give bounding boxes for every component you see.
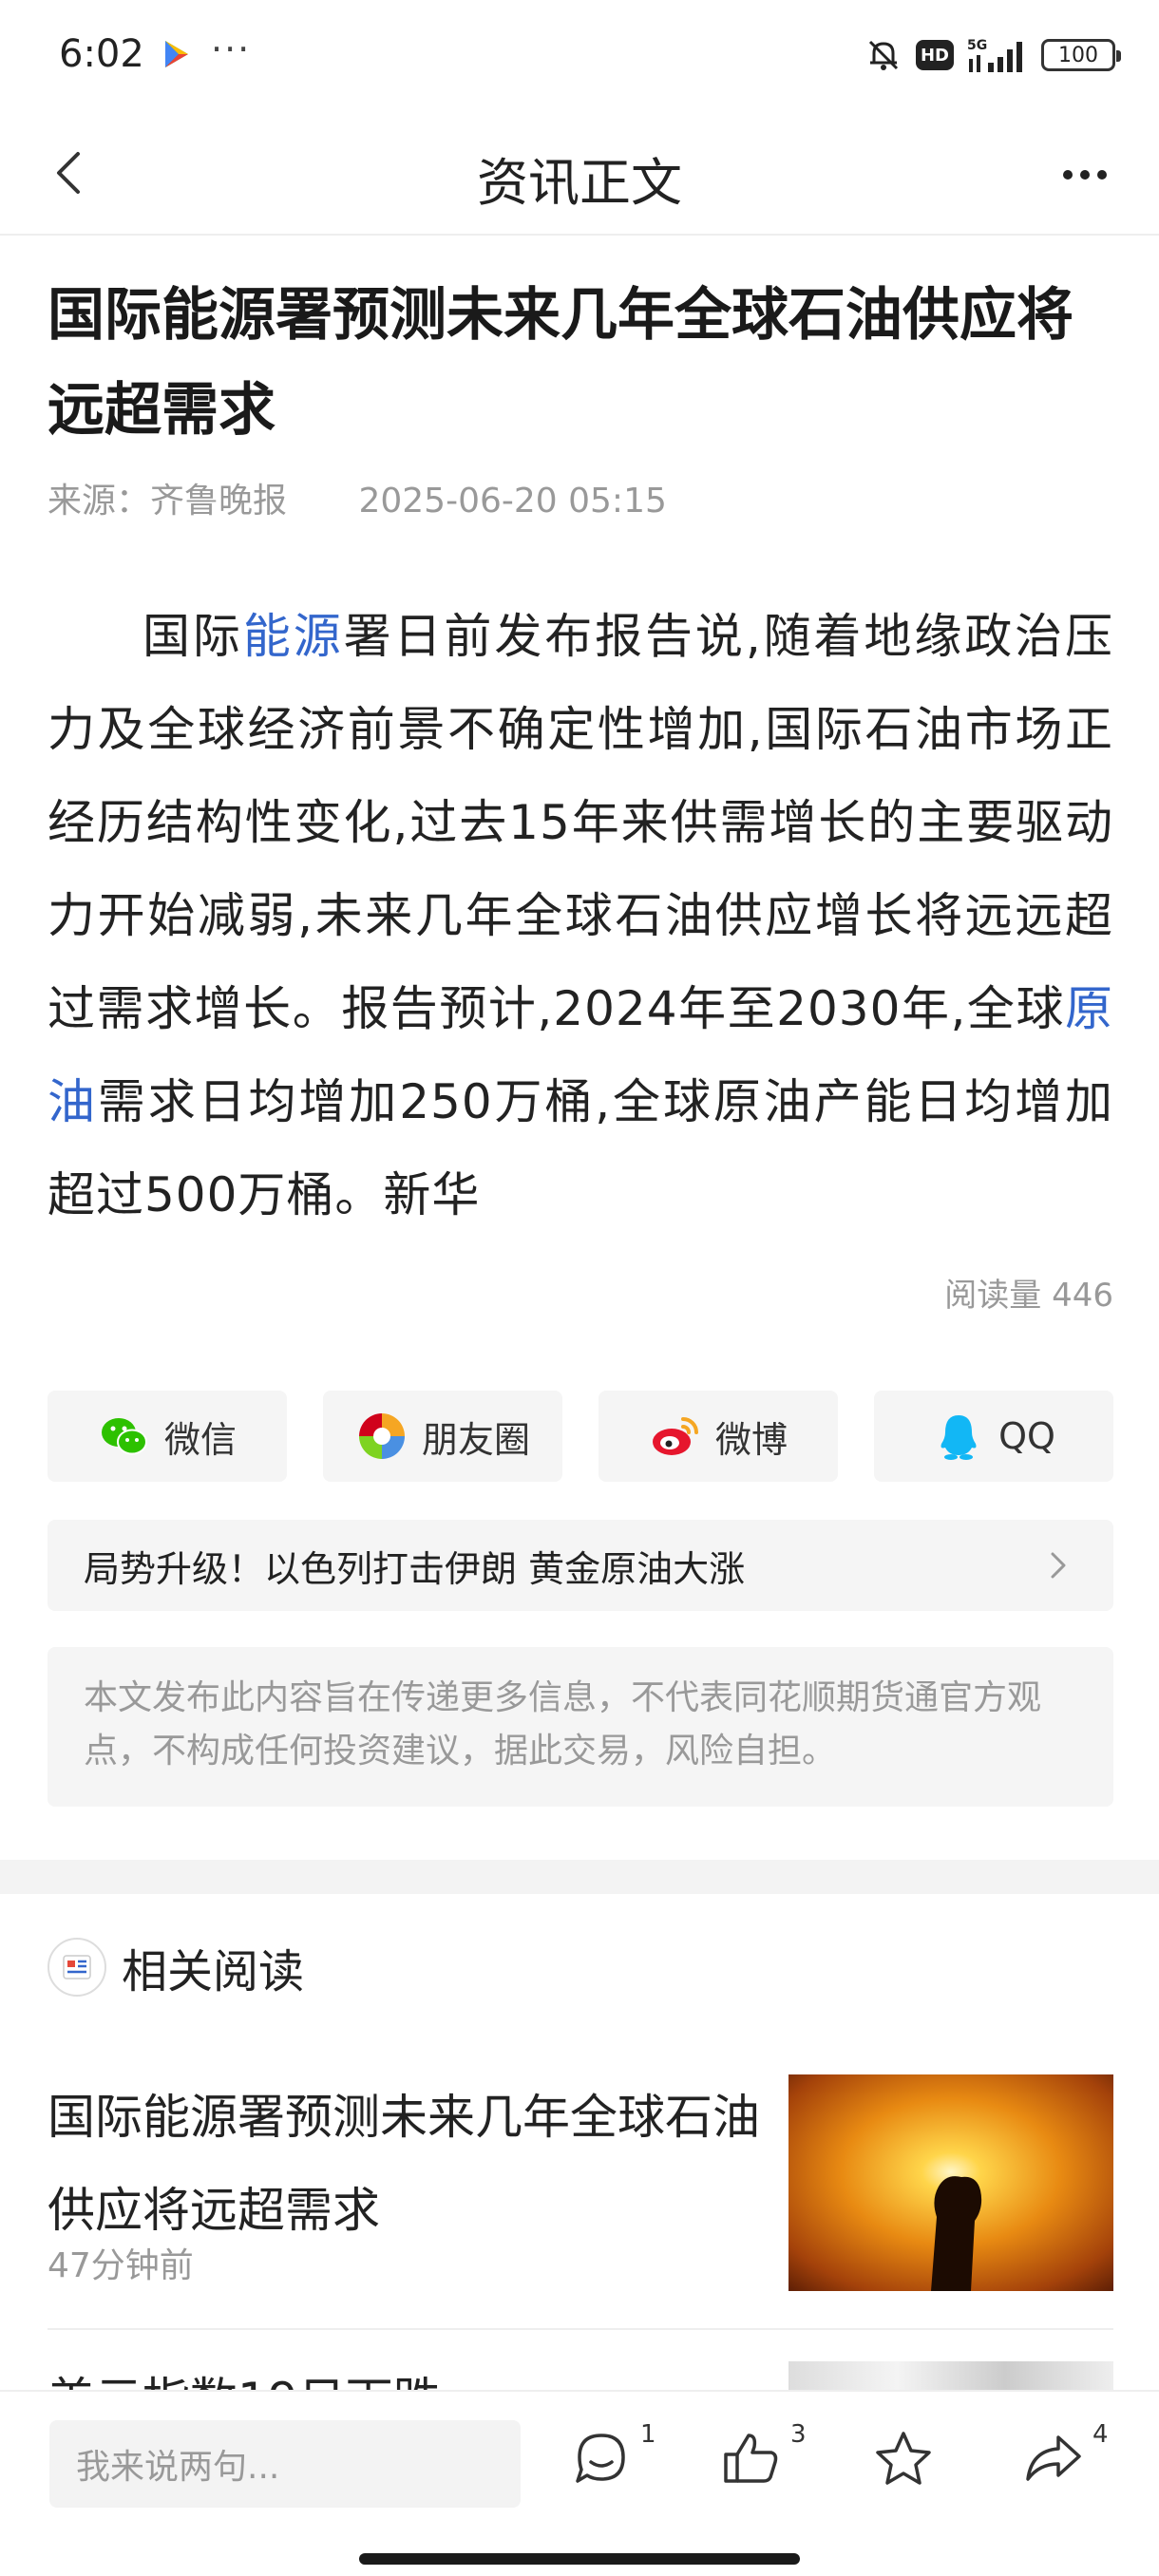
bottom-action-bar: 我来说两句... 1 3 4 [0,2390,1159,2576]
moments-icon [358,1413,405,1459]
top-nav: 资讯正文 [0,112,1159,236]
body-text: 署日前发布报告说,随着地缘政治压力及全球经济前景不确定性增加,国际石油市场正经历… [48,609,1114,1036]
share-wechat-label: 微信 [163,1418,237,1461]
related-item-time: 47分钟前 [48,2246,194,2285]
like-thumbs-up-icon[interactable] [718,2426,785,2492]
promo-banner[interactable]: 局势升级！以色列打击伊朗 黄金原油大涨 [48,1520,1113,1611]
like-count: 3 [790,2420,807,2449]
news-list-icon [48,1938,106,1997]
related-item-thumbnail[interactable] [788,2074,1113,2291]
weibo-icon [652,1417,698,1455]
more-notifications-icon: ··· [211,28,252,70]
comment-input[interactable]: 我来说两句... [49,2420,521,2508]
status-bar: 6:02 ··· HD 5G 100 [0,0,1159,112]
related-reading-header: 相关阅读 [48,1934,304,2000]
mute-bell-icon [868,40,899,70]
share-count: 4 [1092,2420,1109,2449]
home-indicator[interactable] [359,2553,800,2565]
section-divider [0,1860,1159,1894]
related-item-thumbnail[interactable] [788,2361,1113,2390]
qq-penguin-icon [940,1415,977,1460]
battery-indicator: 100 [1041,39,1121,71]
share-moments-label: 朋友圈 [421,1418,530,1461]
body-text: 国际 [142,609,243,664]
article-title: 国际能源署预测未来几年全球石油供应将远超需求 [48,282,1074,444]
comment-icon[interactable] [568,2426,635,2492]
share-qq-label: QQ [998,1415,1055,1457]
wechat-icon [101,1418,147,1455]
more-options-icon[interactable] [1054,144,1115,205]
keyword-link-energy[interactable]: 能源 [243,609,344,664]
signal-icon: 5G [967,38,1022,72]
related-separator [48,2328,1113,2330]
share-row: 微信 朋友圈 微博 QQ [48,1391,1113,1482]
disclaimer: 本文发布此内容旨在传递更多信息，不代表同花顺期货通官方观点，不构成任何投资建议，… [48,1647,1113,1807]
share-arrow-icon[interactable] [1020,2426,1087,2492]
hd-badge: HD [916,40,954,70]
article-source: 来源：齐鲁晚报 [48,482,288,521]
article-body: 国际能源署日前发布报告说,随着地缘政治压力及全球经济前景不确定性增加,国际石油市… [48,590,1113,1241]
related-item-title[interactable]: 美元指数19日下跌 [48,2354,441,2394]
share-qq-button[interactable]: QQ [874,1391,1113,1482]
article-meta: 来源：齐鲁晚报 2025-06-20 05:15 [48,473,667,522]
promo-text: 局势升级！以色列打击伊朗 黄金原油大涨 [84,1547,746,1590]
status-time: 6:02 [59,32,144,76]
body-text: 需求日均增加250万桶,全球原油产能日均增加超过500万桶。新华 [48,1074,1114,1222]
chevron-right-icon [1051,1552,1066,1579]
related-item-title[interactable]: 国际能源署预测未来几年全球石油供应将远超需求 [48,2071,770,2257]
status-indicators: HD 5G 100 [864,34,1121,76]
play-store-icon [165,41,188,67]
comment-count: 1 [640,2420,656,2449]
share-weibo-label: 微博 [714,1418,788,1461]
related-reading-title: 相关阅读 [122,1945,305,1998]
share-weibo-button[interactable]: 微博 [598,1391,838,1482]
favorite-star-icon[interactable] [870,2426,937,2492]
article-date: 2025-06-20 05:15 [358,482,667,521]
svg-text:5G: 5G [967,38,987,53]
read-count: 阅读量 446 [944,1277,1113,1315]
share-wechat-button[interactable]: 微信 [48,1391,287,1482]
share-moments-button[interactable]: 朋友圈 [323,1391,562,1482]
page-title: 资讯正文 [477,153,682,213]
